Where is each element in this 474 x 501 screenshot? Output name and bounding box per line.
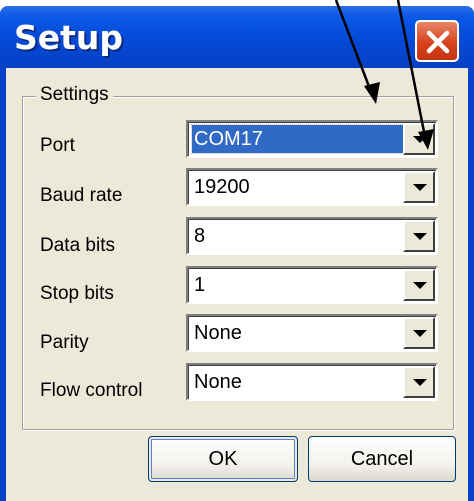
settings-group-title: Settings [36, 84, 113, 106]
flow-control-dropdown-button[interactable] [403, 366, 435, 398]
port-label: Port [40, 135, 75, 156]
dialog-client-area: Settings Port COM17 Baud rate 19200 Data… [6, 68, 468, 501]
baud-rate-value: 19200 [194, 176, 250, 198]
flow-control-label: Flow control [40, 380, 143, 401]
title-bar[interactable]: Setup [0, 6, 474, 68]
close-x-icon [426, 30, 450, 54]
ok-button[interactable]: OK [148, 436, 298, 482]
flow-control-combobox[interactable]: None [186, 363, 438, 401]
parity-value: None [194, 322, 242, 344]
port-dropdown-button[interactable] [403, 123, 435, 155]
flow-control-value: None [194, 371, 242, 393]
close-button[interactable] [415, 20, 459, 62]
data-bits-label: Data bits [40, 235, 115, 256]
window-title: Setup [14, 18, 124, 57]
data-bits-value: 8 [194, 225, 206, 247]
data-bits-dropdown-button[interactable] [403, 220, 435, 252]
parity-combobox[interactable]: None [186, 314, 438, 352]
stop-bits-label: Stop bits [40, 283, 114, 304]
stop-bits-dropdown-button[interactable] [403, 269, 435, 301]
port-value: COM17 [191, 124, 405, 154]
port-combobox[interactable]: COM17 [186, 120, 438, 158]
stop-bits-combobox[interactable]: 1 [186, 266, 438, 304]
parity-dropdown-button[interactable] [403, 317, 435, 349]
cancel-button[interactable]: Cancel [308, 436, 456, 482]
baud-rate-label: Baud rate [40, 185, 123, 206]
setup-window: Setup Settings Port COM17 Baud rate 1920… [0, 6, 474, 501]
parity-label: Parity [40, 332, 89, 353]
baud-rate-dropdown-button[interactable] [403, 171, 435, 203]
data-bits-combobox[interactable]: 8 [186, 217, 438, 255]
baud-rate-combobox[interactable]: 19200 [186, 168, 438, 206]
stop-bits-value: 1 [194, 274, 206, 296]
